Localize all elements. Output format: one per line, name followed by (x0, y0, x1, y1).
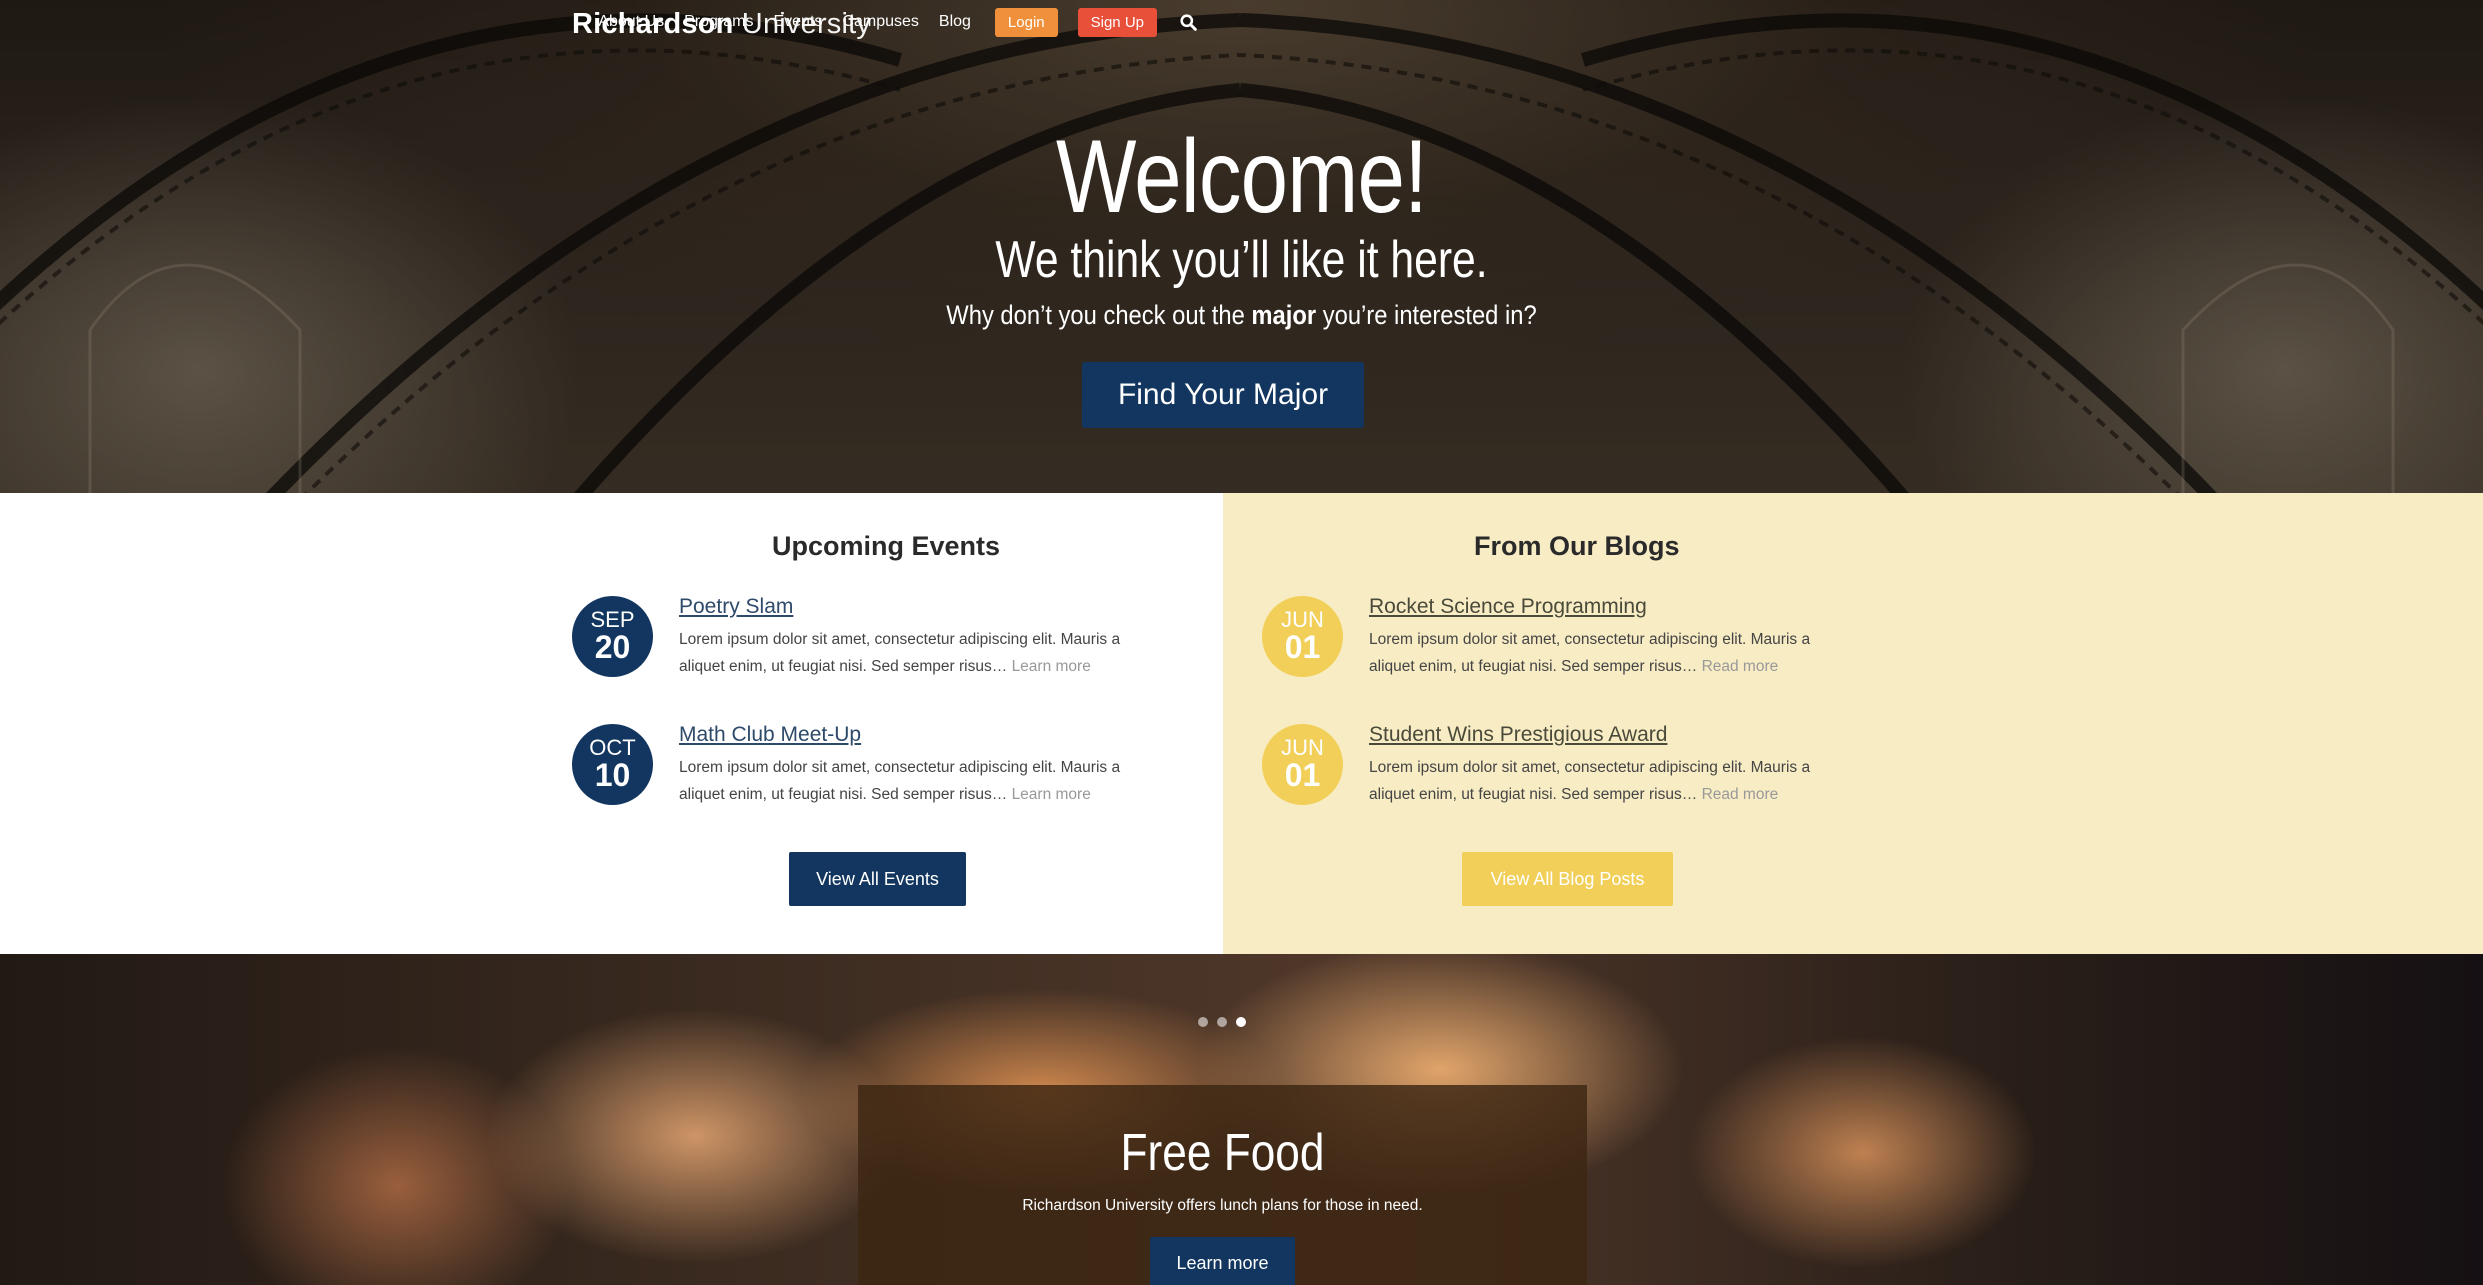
blog-day: 01 (1284, 629, 1321, 665)
hero-banner: Richardson University About Us Programs … (0, 0, 2483, 493)
blogs-heading: From Our Blogs (1474, 531, 1680, 561)
nav-menu: About Us Programs Events Campuses Blog L… (598, 0, 1199, 44)
event-title-link[interactable]: Math Club Meet-Up (679, 723, 861, 747)
hero-prompt-bold: major (1251, 300, 1317, 330)
event-date-badge: OCT 10 (572, 724, 653, 805)
blog-description: Lorem ipsum dolor sit amet, consectetur … (1369, 626, 1859, 680)
event-description: Lorem ipsum dolor sit amet, consectetur … (679, 626, 1169, 680)
event-learn-more-link[interactable]: Learn more (1012, 658, 1091, 675)
nav-link-programs[interactable]: Programs (684, 13, 753, 31)
view-all-events-button[interactable]: View All Events (789, 852, 966, 906)
hero-title: Welcome! (1056, 119, 1428, 235)
search-icon[interactable] (1177, 11, 1199, 33)
top-navbar: Richardson University About Us Programs … (0, 0, 2483, 46)
blog-date-badge: JUN 01 (1262, 724, 1343, 805)
event-day: 20 (594, 629, 631, 665)
blog-date-badge: JUN 01 (1262, 596, 1343, 677)
nav-link-events[interactable]: Events (773, 13, 822, 31)
event-day: 10 (594, 757, 631, 793)
slide-learn-more-button[interactable]: Learn more (1150, 1237, 1295, 1285)
hero-prompt: Why don’t you check out the major you’re… (149, 300, 2334, 331)
feature-slider: Free Food Richardson University offers l… (0, 954, 2483, 1285)
find-your-major-button[interactable]: Find Your Major (1082, 362, 1364, 428)
hero-subtitle: We think you’ll like it here. (995, 231, 1488, 289)
blog-read-more-link[interactable]: Read more (1702, 658, 1779, 675)
slider-dot-active[interactable] (1236, 1017, 1246, 1027)
event-learn-more-link[interactable]: Learn more (1012, 786, 1091, 803)
slide-text: Richardson University offers lunch plans… (1022, 1197, 1423, 1214)
event-date-badge: SEP 20 (572, 596, 653, 677)
upcoming-events-section: Upcoming Events SEP 20 Poetry Slam Lorem… (0, 493, 1223, 954)
slide-title: Free Food (1120, 1124, 1325, 1182)
blog-item: JUN 01 Rocket Science Programming Lorem … (1262, 595, 1902, 696)
event-item: SEP 20 Poetry Slam Lorem ipsum dolor sit… (572, 595, 1212, 696)
blogs-section: From Our Blogs JUN 01 Rocket Science Pro… (1223, 493, 2483, 954)
blog-item: JUN 01 Student Wins Prestigious Award Lo… (1262, 723, 1902, 824)
event-title-link[interactable]: Poetry Slam (679, 595, 793, 619)
events-heading: Upcoming Events (772, 531, 1001, 561)
hero-prompt-start: Why don’t you check out the (946, 300, 1245, 330)
hero-prompt-end: you’re interested in? (1322, 300, 1537, 330)
event-description: Lorem ipsum dolor sit amet, consectetur … (679, 754, 1169, 808)
slider-dot[interactable] (1198, 1017, 1208, 1027)
signup-button[interactable]: Sign Up (1077, 7, 1157, 37)
slide-caption-card: Free Food Richardson University offers l… (858, 1085, 1587, 1285)
slider-dot[interactable] (1217, 1017, 1227, 1027)
blog-read-more-link[interactable]: Read more (1702, 786, 1779, 803)
nav-link-blog[interactable]: Blog (939, 13, 971, 31)
blog-description: Lorem ipsum dolor sit amet, consectetur … (1369, 754, 1859, 808)
view-all-blog-posts-button[interactable]: View All Blog Posts (1462, 852, 1673, 906)
blog-day: 01 (1284, 757, 1321, 793)
nav-link-campuses[interactable]: Campuses (842, 13, 918, 31)
login-button[interactable]: Login (994, 7, 1058, 37)
slider-dots (1198, 1017, 1246, 1027)
blog-title-link[interactable]: Rocket Science Programming (1369, 595, 1647, 619)
nav-link-about-us[interactable]: About Us (598, 13, 664, 31)
blog-title-link[interactable]: Student Wins Prestigious Award (1369, 723, 1667, 747)
event-item: OCT 10 Math Club Meet-Up Lorem ipsum dol… (572, 723, 1212, 824)
